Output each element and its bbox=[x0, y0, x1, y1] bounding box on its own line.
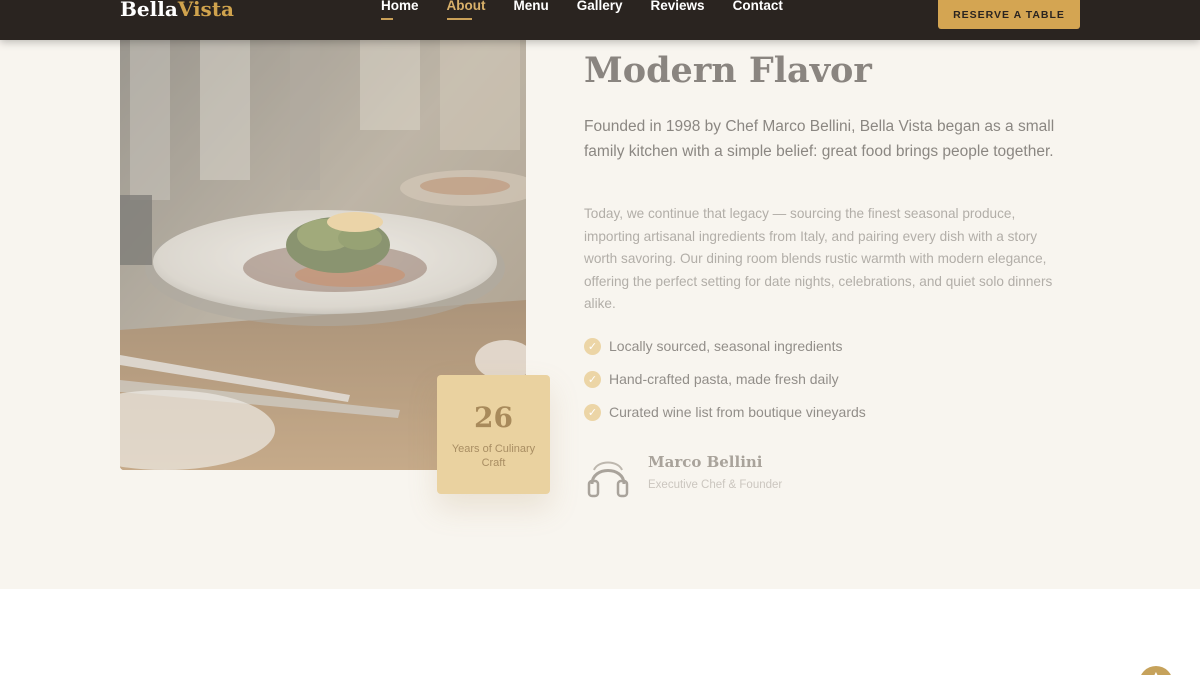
nav-link-home[interactable]: Home bbox=[381, 0, 419, 20]
feature-item: ✓ Curated wine list from boutique vineya… bbox=[584, 401, 866, 423]
about-section: 26 Years of Culinary Craft Where Traditi… bbox=[0, 0, 1200, 589]
logo-accent: Vista bbox=[177, 0, 235, 21]
nav-link-label: Home bbox=[381, 0, 419, 13]
scroll-to-top-button[interactable]: ▲ bbox=[1139, 666, 1173, 675]
nav-link-label: Reviews bbox=[650, 0, 705, 13]
nav-link-label: Gallery bbox=[576, 0, 623, 13]
nav-link-about[interactable]: About bbox=[446, 0, 486, 20]
feature-item: ✓ Locally sourced, seasonal ingredients bbox=[584, 335, 866, 357]
heading-line-2: Modern Flavor bbox=[584, 50, 872, 91]
chef-role: Executive Chef & Founder bbox=[648, 479, 783, 491]
reserve-table-button[interactable]: RESERVE A TABLE bbox=[938, 0, 1080, 29]
nav-link-label: Contact bbox=[732, 0, 783, 13]
feature-item: ✓ Hand-crafted pasta, made fresh daily bbox=[584, 368, 866, 390]
nav-link-menu[interactable]: Menu bbox=[514, 0, 549, 13]
chef-name: Marco Bellini bbox=[648, 453, 763, 471]
nav-link-reviews[interactable]: Reviews bbox=[651, 0, 705, 13]
chef-info: Marco Bellini Executive Chef & Founder bbox=[648, 452, 782, 491]
feature-list: ✓ Locally sourced, seasonal ingredients … bbox=[584, 335, 866, 434]
chef-signature: Marco Bellini Executive Chef & Founder bbox=[584, 452, 782, 502]
body-paragraph: Today, we continue that legacy — sourcin… bbox=[584, 206, 1053, 311]
nav-link-label: About bbox=[446, 0, 486, 13]
nav-link-label: Menu bbox=[513, 0, 549, 13]
years-badge: 26 Years of Culinary Craft bbox=[437, 375, 550, 494]
check-icon: ✓ bbox=[584, 370, 601, 388]
years-number: 26 bbox=[474, 401, 513, 434]
arrow-up-icon: ▲ bbox=[1150, 668, 1162, 675]
feature-label: Curated wine list from boutique vineyard… bbox=[609, 404, 866, 420]
check-icon: ✓ bbox=[584, 337, 601, 355]
logo[interactable]: BellaVista bbox=[120, 0, 234, 21]
logo-primary: Bella bbox=[120, 0, 178, 21]
nav-underline bbox=[446, 18, 472, 20]
headphones-icon bbox=[587, 461, 629, 498]
feature-label: Hand-crafted pasta, made fresh daily bbox=[609, 371, 839, 387]
nav-link-gallery[interactable]: Gallery bbox=[577, 0, 623, 13]
nav-links: Home About Menu Gallery Reviews Contact bbox=[381, 0, 811, 20]
check-icon: ✓ bbox=[584, 403, 601, 421]
navbar: BellaVista Home About Menu Gallery Revie… bbox=[0, 0, 1200, 40]
feature-label: Locally sourced, seasonal ingredients bbox=[609, 338, 843, 354]
years-label: Years of Culinary Craft bbox=[451, 443, 536, 469]
nav-underline bbox=[381, 18, 393, 20]
lead-paragraph: Founded in 1998 by Chef Marco Bellini, B… bbox=[584, 118, 1055, 160]
nav-link-contact[interactable]: Contact bbox=[733, 0, 783, 13]
